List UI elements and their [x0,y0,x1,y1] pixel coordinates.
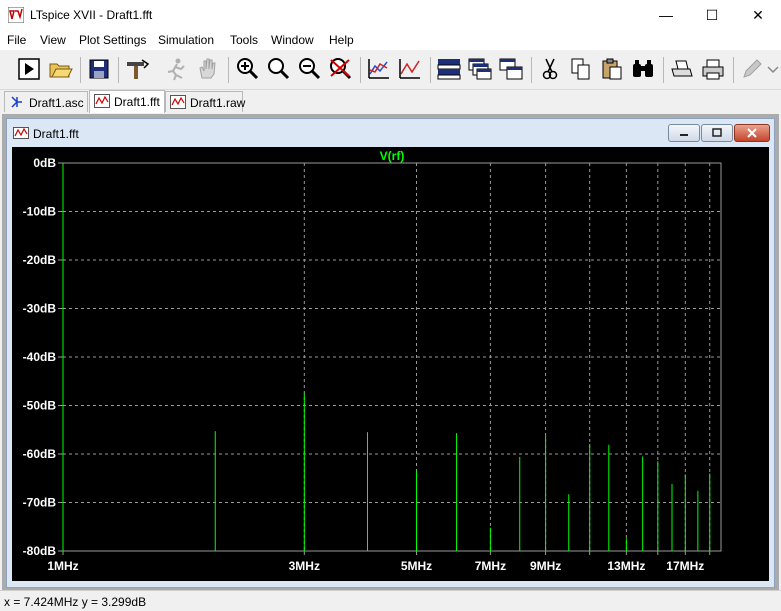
document-tabs: Draft1.asc Draft1.fft Draft1.raw [0,90,781,113]
plot-restore-button[interactable] [701,124,733,142]
zoom-in-icon[interactable] [234,56,260,82]
x-tick-label: 9MHz [530,559,561,573]
find-icon[interactable] [630,56,656,82]
plot-window-title-bar: Draft1.fft [7,119,774,146]
print-setup-icon[interactable] [669,56,695,82]
cursor-readout: x = 7.424MHz y = 3.299dB [4,595,147,609]
plot-pane[interactable]: 1MHz 3MHz 5MHz 7MHz 9MHz 13MHz 17MHz 0dB -10dB -2… [12,147,769,581]
print-icon[interactable] [700,56,726,82]
y-tick-label: -10dB [23,205,57,219]
close-button[interactable]: ✕ [735,0,781,30]
menu-help[interactable]: Help [329,33,354,47]
tab-label: Draft1.raw [190,96,246,110]
y-tick-label: -30dB [23,302,57,316]
menu-window[interactable]: Window [271,33,314,47]
zoom-out-icon[interactable] [296,56,322,82]
paste-icon[interactable] [599,56,625,82]
plot-window-title: Draft1.fft [33,127,79,141]
menu-simulation[interactable]: Simulation [158,33,214,47]
fft-plot[interactable]: 1MHz 3MHz 5MHz 7MHz 9MHz 13MHz 17MHz 0dB -10dB -2… [12,147,769,581]
y-tick-label: 0dB [33,156,56,170]
ltspice-logo-icon [8,7,24,23]
run-man-icon[interactable] [163,56,189,82]
y-tick-label: -80dB [23,544,57,558]
toolbar [0,51,781,90]
window-title: LTspice XVII - Draft1.fft [30,8,153,22]
toolbar-separator [228,57,229,83]
toolbar-separator [663,57,664,83]
plot-close-button[interactable] [734,124,770,142]
control-panel-icon[interactable] [124,56,150,82]
save-icon[interactable] [86,56,112,82]
toolbar-separator [733,57,734,83]
status-bar: x = 7.424MHz y = 3.299dB [0,590,781,611]
trace-title: V(rf) [380,149,405,163]
tile-horizontal-icon[interactable] [436,56,462,82]
zoom-cancel-icon[interactable] [327,56,353,82]
menu-file[interactable]: File [7,33,26,47]
zoom-area-icon[interactable] [265,56,291,82]
mdi-client-area: Draft1.fft 1MHz 3MHz 5MHz 7MHz 9MHz 13MHz 17MH… [2,114,779,590]
open-icon[interactable] [47,56,73,82]
edit-pencil-icon[interactable] [739,56,765,82]
menu-bar: File View Plot Settings Simulation Tools… [0,30,781,50]
toolbar-separator [118,57,119,83]
tab-draft1-fft[interactable]: Draft1.fft [89,90,165,113]
plot-minimize-button[interactable] [668,124,700,142]
x-tick-label: 7MHz [475,559,506,573]
y-tick-label: -20dB [23,253,57,267]
maximize-button[interactable]: ☐ [689,0,735,30]
cut-icon[interactable] [537,56,563,82]
x-tick-label: 5MHz [401,559,432,573]
x-tick-label: 3MHz [289,559,320,573]
waveform-icon [170,95,186,109]
title-bar: LTspice XVII - Draft1.fft — ☐ ✕ [0,0,781,30]
schematic-icon [11,96,22,108]
cascade-icon[interactable] [467,56,493,82]
plot-window: Draft1.fft 1MHz 3MHz 5MHz 7MHz 9MHz 13MHz 17MH… [6,118,775,588]
toolbar-separator [430,57,431,83]
y-tick-label: -60dB [23,447,57,461]
y-tick-label: -70dB [23,496,57,510]
x-tick-label: 13MHz [607,559,645,573]
menu-view[interactable]: View [40,33,66,47]
minimize-icon [680,134,688,136]
x-tick-label: 17MHz [666,559,704,573]
more-icon[interactable] [765,56,781,82]
tile-vertical-icon[interactable] [498,56,524,82]
tab-label: Draft1.fft [114,95,160,109]
y-tick-label: -40dB [23,350,57,364]
tab-label: Draft1.asc [29,96,84,110]
plot-add-icon[interactable] [397,56,423,82]
copy-icon[interactable] [568,56,594,82]
y-tick-label: -50dB [23,399,57,413]
x-tick-label: 1MHz [47,559,78,573]
menu-plot-settings[interactable]: Plot Settings [79,33,146,47]
run-icon[interactable] [16,56,42,82]
waveform-icon [13,127,29,139]
minimize-button[interactable]: — [643,0,689,30]
tab-draft1-asc[interactable]: Draft1.asc [4,91,88,112]
restore-icon [712,128,722,137]
autorange-icon[interactable] [366,56,392,82]
toolbar-separator [531,57,532,83]
waveform-icon [94,94,110,108]
close-icon [747,128,757,138]
toolbar-separator [360,57,361,83]
menu-tools[interactable]: Tools [230,33,258,47]
pan-hand-icon[interactable] [194,56,220,82]
toolbar-separator [80,57,81,83]
tab-draft1-raw[interactable]: Draft1.raw [165,91,246,112]
